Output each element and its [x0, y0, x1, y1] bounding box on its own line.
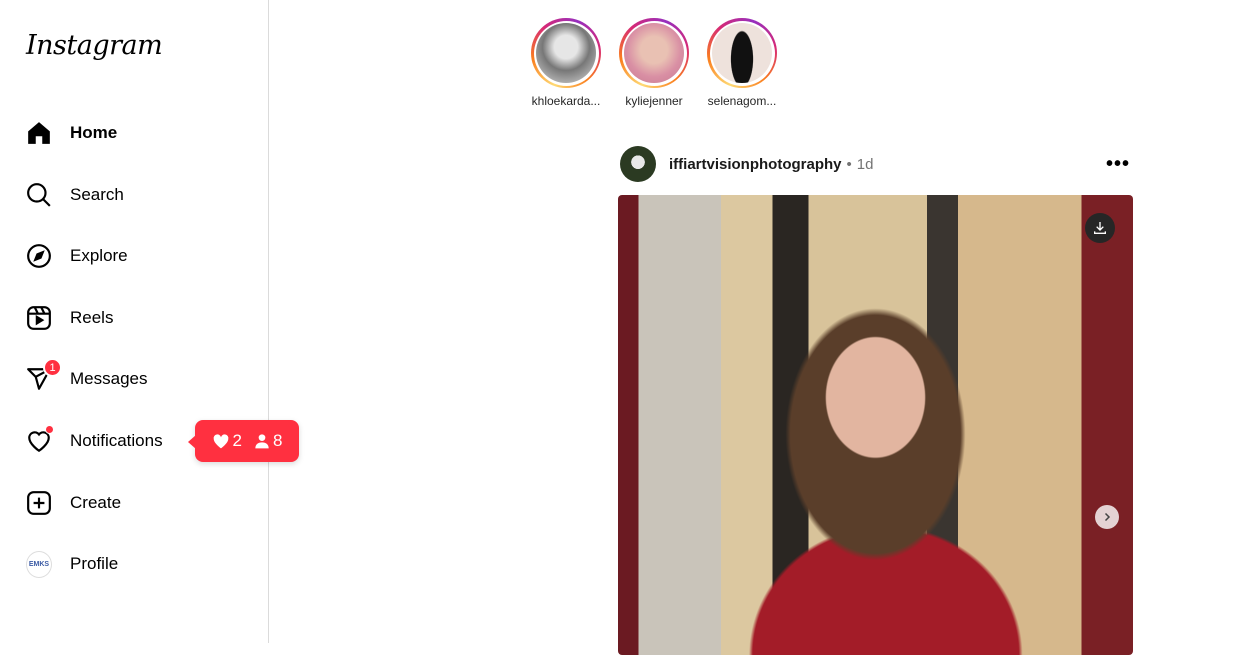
post-username[interactable]: iffiartvisionphotography [669, 156, 842, 173]
search-icon [26, 182, 52, 208]
post-time: 1d [856, 155, 874, 173]
story-username: selenagom... [707, 94, 777, 108]
heart-filled-icon [213, 434, 228, 449]
messages-badge: 1 [43, 358, 62, 377]
next-slide-button[interactable] [1095, 505, 1119, 529]
post-header: iffiartvisionphotography • 1d ••• [620, 145, 1134, 183]
story-username: khloekarda... [531, 94, 601, 108]
post-image[interactable] [618, 195, 1133, 655]
sidebar-item-profile[interactable]: EMKS Profile [14, 540, 254, 588]
sidebar-item-label: Profile [70, 554, 119, 573]
sidebar-item-home[interactable]: Home [14, 109, 254, 157]
sidebar-item-label: Notifications [70, 431, 163, 450]
story-avatar [712, 23, 772, 83]
messenger-icon: 1 [26, 358, 62, 392]
post-author-avatar[interactable] [620, 146, 656, 182]
story-avatar [624, 23, 684, 83]
sidebar-item-label: Create [70, 493, 122, 512]
reels-icon [26, 305, 52, 331]
sidebar-item-search[interactable]: Search [14, 171, 254, 219]
likes-value: 2 [232, 431, 242, 450]
post-separator: • [846, 155, 852, 173]
story-username: kyliejenner [625, 94, 683, 108]
avatar: EMKS [26, 550, 52, 578]
likes-count: 2 [212, 431, 242, 451]
download-button[interactable] [1085, 213, 1115, 243]
sidebar-item-create[interactable]: Create [14, 479, 254, 527]
home-icon [26, 120, 52, 146]
story-item[interactable]: selenagom... [704, 18, 780, 108]
plus-square-icon [26, 490, 52, 516]
chevron-right-icon [1104, 512, 1111, 522]
sidebar-item-label: Messages [70, 369, 148, 388]
sidebar-item-label: Reels [70, 308, 114, 327]
story-item[interactable]: khloekarda... [528, 18, 604, 108]
instagram-logo[interactable]: Instagram [26, 30, 163, 61]
profile-icon-wrap: EMKS [26, 550, 52, 578]
follows-value: 8 [273, 431, 283, 450]
story-avatar [536, 23, 596, 83]
sidebar-item-reels[interactable]: Reels [14, 294, 254, 342]
download-icon [1094, 222, 1106, 234]
person-icon [255, 434, 269, 449]
compass-icon [26, 243, 52, 269]
story-item[interactable]: kyliejenner [616, 18, 692, 108]
follows-count: 8 [254, 431, 282, 451]
sidebar-item-label: Search [70, 185, 124, 204]
sidebar-item-label: Home [70, 123, 118, 142]
notification-dot [45, 425, 54, 434]
sidebar-item-messages[interactable]: 1 Messages [14, 355, 254, 403]
sidebar: Instagram Home Search Explore Reels 1 Me… [0, 0, 269, 643]
stories-tray: khloekarda... kyliejenner selenagom... [528, 18, 780, 108]
sidebar-item-label: Explore [70, 246, 128, 265]
more-options-button[interactable]: ••• [1106, 153, 1130, 176]
sidebar-item-explore[interactable]: Explore [14, 232, 254, 280]
heart-icon [26, 425, 54, 454]
notification-tooltip[interactable]: 2 8 [188, 420, 299, 462]
